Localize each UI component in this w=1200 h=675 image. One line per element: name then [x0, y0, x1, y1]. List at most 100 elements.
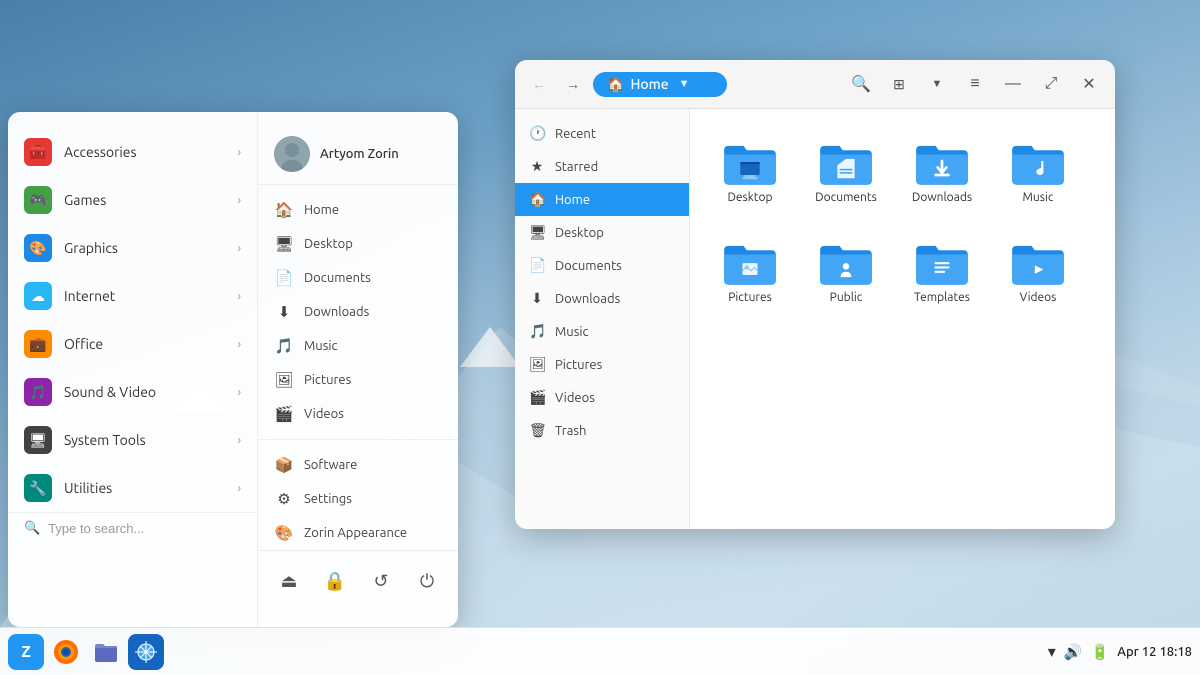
fm-folder-videos[interactable]: Videos: [998, 229, 1078, 313]
documents-label: Documents: [304, 271, 371, 285]
fm-body: 🕐Recent★Starred🏠Home🖥Desktop📄Documents⬇D…: [515, 109, 1115, 529]
arrow-icon: ›: [238, 290, 241, 303]
office-label: Office: [64, 336, 226, 352]
office-icon: 💼: [24, 330, 52, 358]
arrow-icon: ›: [238, 482, 241, 495]
power-button[interactable]: ⏻: [412, 563, 442, 599]
settings-label: Settings: [304, 492, 352, 506]
system-settings[interactable]: ⚙Settings: [258, 482, 458, 516]
taskbar-files-icon[interactable]: [88, 634, 124, 670]
app-menu: 🧰 Accessories › 🎮 Games › 🎨 Graphics › ☁…: [8, 112, 458, 627]
lock-button[interactable]: 🔒: [320, 563, 350, 599]
fm-dropdown-icon[interactable]: ▼: [679, 78, 690, 90]
menu-item-system-tools[interactable]: 🖥 System Tools ›: [8, 416, 257, 464]
taskbar-right: ▾ 🔊 🔋 Apr 12 18:18: [1048, 642, 1192, 661]
fm-sidebar-downloads[interactable]: ⬇Downloads: [515, 282, 689, 315]
pictures-label: Pictures: [304, 373, 351, 387]
fm-sidebar-desktop[interactable]: 🖥 Desktop: [515, 216, 689, 249]
fm-view-toggle-button[interactable]: ⊞: [883, 68, 915, 100]
fm-menu-button[interactable]: ≡: [959, 68, 991, 100]
starred-sidebar-label: Starred: [555, 160, 598, 174]
zorin-appearance-icon: 🎨: [274, 524, 294, 542]
logout-button[interactable]: ⏏: [274, 563, 304, 599]
taskbar-browser-icon[interactable]: [128, 634, 164, 670]
battery-icon: 🔋: [1091, 643, 1110, 661]
fm-folder-pictures[interactable]: Pictures: [710, 229, 790, 313]
system-software[interactable]: 📦Software: [258, 448, 458, 482]
utilities-label: Utilities: [64, 480, 226, 496]
arrow-icon: ›: [238, 146, 241, 159]
desktop-sidebar-icon: 🖥: [529, 224, 545, 241]
menu-item-games[interactable]: 🎮 Games ›: [8, 176, 257, 224]
fm-location-bar[interactable]: 🏠 Home ▼: [593, 72, 727, 97]
desktop-icon: 🖥: [274, 235, 294, 253]
place-videos[interactable]: 🎬Videos: [258, 397, 458, 431]
arrow-icon: ›: [238, 386, 241, 399]
templates-folder-icon: [914, 237, 970, 285]
menu-item-graphics[interactable]: 🎨 Graphics ›: [8, 224, 257, 272]
sound-icon: 🔊: [1064, 643, 1083, 661]
fm-minimize-button[interactable]: —: [997, 68, 1029, 100]
place-home[interactable]: 🏠Home: [258, 193, 458, 227]
desktop-sidebar-label: Desktop: [555, 226, 604, 240]
search-input[interactable]: [48, 521, 245, 536]
menu-item-office[interactable]: 💼 Office ›: [8, 320, 257, 368]
menu-item-accessories[interactable]: 🧰 Accessories ›: [8, 128, 257, 176]
internet-icon: ☁: [24, 282, 52, 310]
fm-maximize-button[interactable]: ⤢: [1035, 68, 1067, 100]
graphics-label: Graphics: [64, 240, 226, 256]
pictures-icon: 🖼: [274, 371, 294, 389]
fm-folder-templates[interactable]: Templates: [902, 229, 982, 313]
music-folder-label: Music: [1023, 191, 1054, 205]
fm-forward-button[interactable]: →: [559, 70, 587, 98]
fm-search-button[interactable]: 🔍: [845, 68, 877, 100]
fm-sidebar-home[interactable]: 🏠Home: [515, 183, 689, 216]
menu-item-utilities[interactable]: 🔧 Utilities ›: [8, 464, 257, 512]
videos-sidebar-label: Videos: [555, 391, 595, 405]
app-menu-right-panel: Artyom Zorin 🏠Home🖥Desktop📄Documents⬇Dow…: [258, 112, 458, 627]
starred-sidebar-icon: ★: [529, 158, 545, 175]
fm-sidebar-music[interactable]: 🎵Music: [515, 315, 689, 348]
fm-sidebar-starred[interactable]: ★ Starred: [515, 150, 689, 183]
downloads-folder-icon: [914, 137, 970, 185]
accessories-icon: 🧰: [24, 138, 52, 166]
pictures-folder-label: Pictures: [728, 291, 772, 305]
fm-folder-public[interactable]: Public: [806, 229, 886, 313]
music-sidebar-icon: 🎵: [529, 323, 545, 340]
fm-sidebar-videos[interactable]: 🎬 Videos: [515, 381, 689, 414]
system-zorin-appearance[interactable]: 🎨Zorin Appearance: [258, 516, 458, 550]
fm-sidebar-trash[interactable]: 🗑Trash: [515, 414, 689, 447]
place-desktop[interactable]: 🖥Desktop: [258, 227, 458, 261]
fm-back-button[interactable]: ←: [525, 70, 553, 98]
app-menu-actions: ⏏ 🔒 ↺ ⏻: [258, 550, 458, 611]
fm-folder-downloads[interactable]: Downloads: [902, 129, 982, 213]
fm-folder-music[interactable]: Music: [998, 129, 1078, 213]
place-downloads[interactable]: ⬇Downloads: [258, 295, 458, 329]
taskbar-datetime: Apr 12 18:18: [1117, 645, 1192, 659]
menu-item-sound-video[interactable]: 🎵 Sound & Video ›: [8, 368, 257, 416]
refresh-button[interactable]: ↺: [366, 563, 396, 599]
fm-folder-desktop[interactable]: Desktop: [710, 129, 790, 213]
documents-sidebar-icon: 📄: [529, 257, 545, 274]
file-manager-window: ← → 🏠 Home ▼ 🔍 ⊞ ▼ ≡ — ⤢ ✕ 🕐Recent ★ Starr…: [515, 60, 1115, 529]
sound-video-icon: 🎵: [24, 378, 52, 406]
system-tools-label: System Tools: [64, 432, 226, 448]
arrow-icon: ›: [238, 194, 241, 207]
taskbar-firefox-icon[interactable]: [48, 634, 84, 670]
fm-sidebar-documents[interactable]: 📄Documents: [515, 249, 689, 282]
fm-close-button[interactable]: ✕: [1073, 68, 1105, 100]
app-menu-categories: 🧰 Accessories › 🎮 Games › 🎨 Graphics › ☁…: [8, 112, 258, 627]
fm-sidebar-recent[interactable]: 🕐Recent: [515, 117, 689, 150]
taskbar-zorin-icon[interactable]: Z: [8, 634, 44, 670]
fm-view-dropdown-button[interactable]: ▼: [921, 68, 953, 100]
place-documents[interactable]: 📄Documents: [258, 261, 458, 295]
home-icon: 🏠: [274, 201, 294, 219]
videos-label: Videos: [304, 407, 344, 421]
videos-sidebar-icon: 🎬: [529, 389, 545, 406]
user-name: Artyom Zorin: [320, 147, 399, 161]
fm-folder-documents[interactable]: Documents: [806, 129, 886, 213]
fm-sidebar-pictures[interactable]: 🖼Pictures: [515, 348, 689, 381]
place-pictures[interactable]: 🖼 Pictures: [258, 363, 458, 397]
place-music[interactable]: 🎵Music: [258, 329, 458, 363]
menu-item-internet[interactable]: ☁ Internet ›: [8, 272, 257, 320]
